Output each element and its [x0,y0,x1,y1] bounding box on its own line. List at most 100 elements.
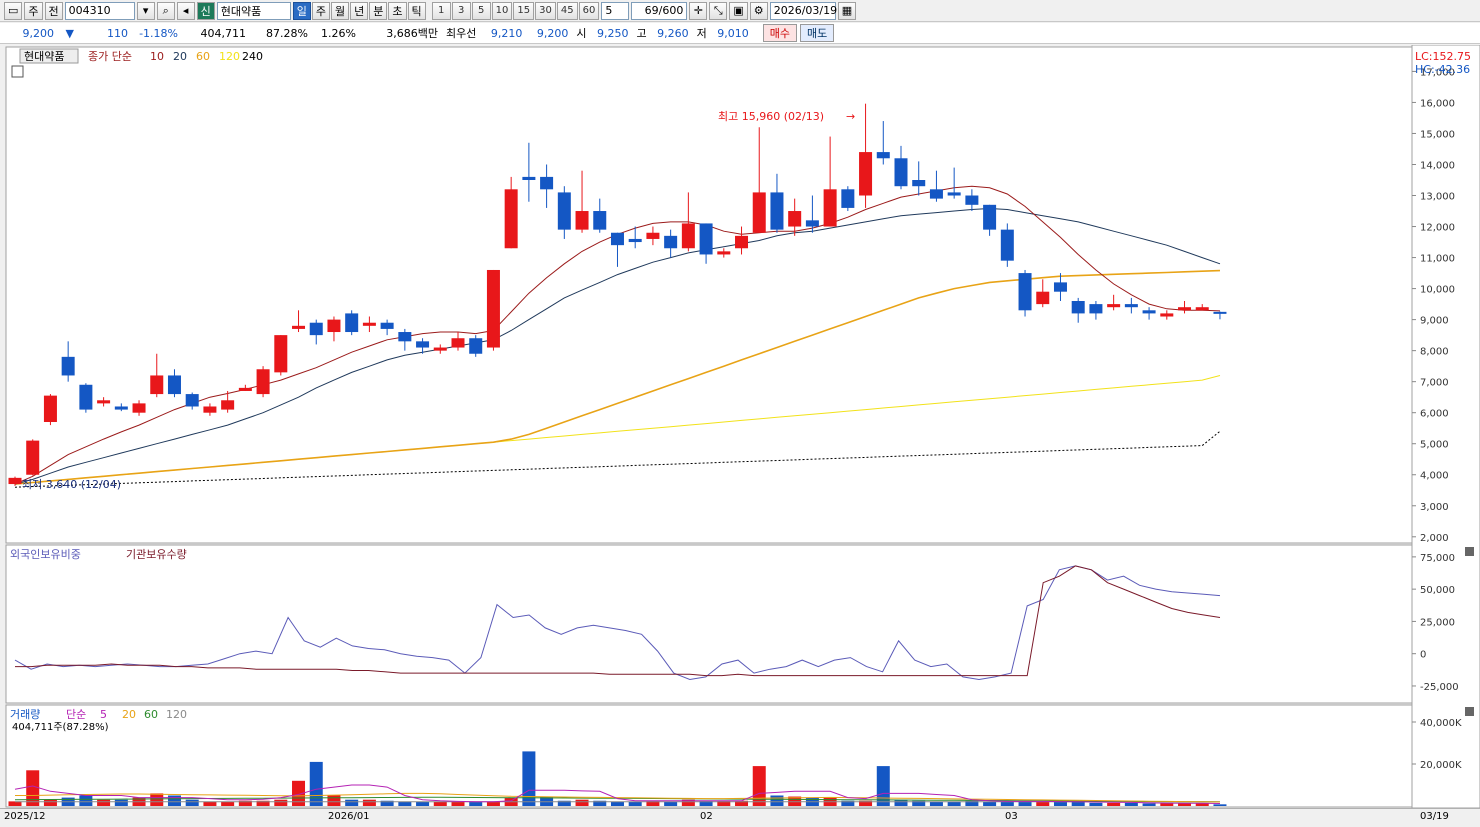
volume-bar [221,801,235,806]
candle-body [327,319,341,333]
volume-bar [1053,801,1067,806]
volume-ytick-label: 40,000K [1420,718,1462,729]
volume-bar [451,801,465,806]
calendar-icon[interactable]: ▦ [837,1,857,20]
tab-period-0[interactable]: 일 [292,1,311,20]
buy-button[interactable]: 매수 [762,24,797,42]
amount: 3,686백만 [386,27,438,40]
tab-period-3[interactable]: 년 [350,1,369,20]
candle-body [805,220,819,227]
draw-icon[interactable]: ⤡ [709,1,728,20]
interval-button-1[interactable]: 1 [431,1,451,20]
sell-button[interactable]: 매도 [800,24,835,42]
high-label: 고 [636,27,647,40]
price-value: 9,200 [22,26,55,40]
candle-body [947,192,961,196]
quote-bar: 9,200 ▼ 110 -1.18% 404,711 87.28% 1.26% … [0,23,1480,44]
candle-body [735,235,749,249]
best-label: 최우선 [446,27,477,40]
count-input[interactable]: 69/600 [631,1,688,20]
open-label: 시 [576,27,587,40]
candle-body [97,400,111,404]
candle-body [1213,311,1227,314]
volume-bar [1195,803,1209,806]
interval-button-45[interactable]: 45 [556,1,578,20]
chart-area[interactable]: 17,00016,00015,00014,00013,00012,00011,0… [0,45,1480,808]
change-pct: -1.18% [139,26,178,40]
candle-body [1107,304,1121,308]
prev-button[interactable]: 전 [44,1,63,20]
search-icon[interactable]: ⌕ [156,1,175,20]
candle-body [1142,310,1156,314]
volume-bar [575,799,589,806]
candle-body [1000,229,1014,261]
volume-bar [79,795,93,806]
volume-bar [26,770,40,806]
tab-period-2[interactable]: 월 [331,1,350,20]
price-ytick-label: 4,000 [1420,471,1449,482]
volume-bar [362,799,376,806]
x-label-mar: 03 [1005,811,1018,822]
change: 110 [107,26,128,40]
volume-ytick-label: 20,000K [1420,760,1462,771]
tab-period-1[interactable]: 주 [311,1,331,20]
mode-select[interactable]: 주 [24,1,43,20]
volume-ma-legend-5: 5 [100,708,107,721]
x-label-dec: 2025/12 [4,811,46,822]
volume-bar [167,795,181,806]
candle-body [1124,304,1138,308]
candle-body [841,189,855,208]
date-input[interactable]: 2026/03/19 [769,1,837,20]
open: 9,250 [597,26,629,40]
high-annotation: 최고 15,960 (02/13) [718,110,824,123]
low-label: 저 [696,27,707,40]
tab-period-5[interactable]: 초 [388,1,407,20]
volume-ma-legend-120: 120 [166,708,187,721]
window-icon[interactable]: ▭ [4,1,23,20]
price-ytick-label: 13,000 [1420,192,1455,203]
tab-period-6[interactable]: 틱 [407,1,426,20]
candle-body [1089,304,1103,314]
candle-body [451,338,465,348]
price-ytick-label: 15,000 [1420,129,1455,140]
candle-body [752,192,766,233]
count-select[interactable]: 5 [601,1,630,20]
code-input[interactable]: 004310 [64,1,135,20]
volume-bar [983,801,997,806]
dropdown-icon[interactable]: ▾ [136,1,155,20]
interval-button-3[interactable]: 3 [451,1,471,20]
candle-body [859,152,873,196]
interval-buttons: 1 3 5 10 15 30 45 60 [431,1,600,20]
candle-body [504,189,518,249]
speaker-icon[interactable]: ◂ [176,1,195,20]
volume-bar [203,801,217,806]
volume-bar [150,793,164,806]
period-tabs: 일주월년분초틱 [292,1,426,20]
interval-button-10[interactable]: 10 [491,1,513,20]
crosshair-icon[interactable]: ✛ [689,1,708,20]
candle-body [274,335,288,373]
price-ytick-label: 9,000 [1420,316,1449,327]
interval-button-30[interactable]: 30 [535,1,556,20]
interval-button-60[interactable]: 60 [578,1,600,20]
volume-bar [1213,804,1227,806]
hc-label: HC:-42.36 [1415,63,1470,76]
holding-ytick-label: 25,000 [1420,617,1455,628]
candle-body [114,406,128,410]
holding-ytick-label: -25,000 [1420,682,1459,693]
tab-period-4[interactable]: 분 [369,1,388,20]
volume-bar [327,795,341,806]
price-ytick-label: 2,000 [1420,533,1449,544]
save-icon[interactable]: ▣ [729,1,748,20]
stock-name: 현대약품 [216,1,291,20]
volume-bar [433,801,447,806]
gear-icon[interactable]: ⚙ [749,1,768,20]
interval-button-15[interactable]: 15 [513,1,535,20]
candle-body [469,338,483,354]
candle-body [167,375,181,395]
volume-bar [416,801,430,806]
volume-ma-legend-60: 60 [144,708,158,721]
high-arrow-icon: → [846,110,855,123]
interval-button-5[interactable]: 5 [471,1,491,20]
ma-legend-60: 60 [196,50,210,63]
